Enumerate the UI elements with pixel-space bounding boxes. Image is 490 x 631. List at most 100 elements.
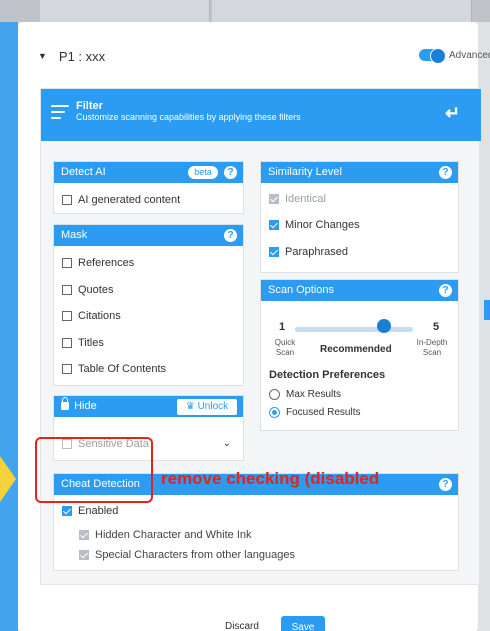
checkbox-icon[interactable]: [79, 550, 89, 560]
slider-min-label: Quick Scan: [274, 338, 296, 358]
checkbox-ai-generated[interactable]: AI generated content: [62, 194, 180, 206]
help-icon[interactable]: ?: [439, 284, 452, 297]
checkbox-icon[interactable]: [269, 194, 279, 204]
detection-preferences-title: Detection Preferences: [269, 369, 386, 381]
caret-down-icon[interactable]: ▼: [38, 51, 47, 61]
background-tab: [212, 0, 472, 22]
similarity-header: Similarity Level ?: [261, 162, 458, 183]
help-icon[interactable]: ?: [224, 166, 237, 179]
crown-icon: ♛: [185, 401, 195, 412]
unlock-label: Unlock: [197, 401, 229, 412]
slider-max-label: In-Depth Scan: [413, 338, 451, 358]
max-label-line1: In-Depth: [416, 338, 448, 347]
radio-max-results[interactable]: Max Results: [269, 389, 341, 400]
checkbox-icon[interactable]: [269, 220, 279, 230]
mask-header: Mask ?: [54, 225, 243, 246]
discard-button[interactable]: Discard: [225, 621, 259, 631]
return-icon[interactable]: ↵: [445, 103, 460, 124]
help-icon[interactable]: ?: [224, 229, 237, 242]
similarity-card: Similarity Level ? Identical Minor Chang…: [260, 161, 459, 273]
advanced-label: Advanced: [449, 50, 490, 61]
min-label-line1: Quick: [274, 338, 296, 347]
checkbox-label: Citations: [78, 310, 121, 322]
help-icon[interactable]: ?: [439, 478, 452, 491]
beta-badge: beta: [188, 166, 218, 179]
checkbox-icon[interactable]: [79, 530, 89, 540]
checkbox-hidden-character[interactable]: Hidden Character and White Ink: [79, 529, 252, 541]
slider-thumb[interactable]: [376, 319, 391, 333]
checkbox-label: Table Of Contents: [78, 363, 167, 375]
radio-icon[interactable]: [269, 407, 280, 418]
similarity-title: Similarity Level: [268, 166, 342, 178]
radio-label: Max Results: [286, 389, 342, 400]
background-sidebar: [0, 22, 18, 631]
scan-depth-slider[interactable]: [295, 327, 413, 332]
checkbox-references[interactable]: References: [62, 257, 134, 269]
checkbox-icon[interactable]: [62, 285, 72, 295]
slider-fill: [295, 327, 384, 332]
checkbox-titles[interactable]: Titles: [62, 337, 104, 349]
filter-modal: ▼ P1 : xxx Advanced Filter Customize sca…: [18, 22, 490, 631]
checkbox-icon[interactable]: [62, 338, 72, 348]
checkbox-label: Hidden Character and White Ink: [95, 529, 252, 541]
slider-selected-label: Recommended: [320, 344, 392, 355]
save-button[interactable]: Save: [281, 616, 325, 631]
checkbox-minor-changes[interactable]: Minor Changes: [269, 219, 360, 231]
checkbox-quotes[interactable]: Quotes: [62, 284, 113, 296]
detect-ai-header: Detect AI beta ?: [54, 162, 243, 183]
lock-icon: [61, 397, 69, 410]
advanced-toggle[interactable]: [419, 48, 446, 64]
help-icon[interactable]: ?: [439, 166, 452, 179]
max-label-line2: Scan: [422, 348, 442, 357]
checkbox-label: Paraphrased: [285, 246, 348, 258]
checkbox-identical[interactable]: Identical: [269, 193, 326, 205]
checkbox-enabled[interactable]: Enabled: [62, 505, 118, 517]
profile-row[interactable]: ▼ P1 : xxx Advanced: [38, 46, 490, 66]
filter-header: Filter Customize scanning capabilities b…: [41, 89, 481, 141]
annotation-arrow-icon: [0, 456, 16, 502]
unlock-button[interactable]: ♛ Unlock: [177, 399, 237, 415]
detect-ai-title: Detect AI: [61, 166, 106, 178]
filter-subtitle: Customize scanning capabilities by apply…: [76, 112, 301, 122]
checkbox-paraphrased[interactable]: Paraphrased: [269, 246, 348, 258]
background-marker: [484, 300, 490, 320]
radio-focused-results[interactable]: Focused Results: [269, 407, 360, 418]
checkbox-icon[interactable]: [62, 311, 72, 321]
checkbox-label: Identical: [285, 193, 326, 205]
checkbox-citations[interactable]: Citations: [62, 310, 121, 322]
checkbox-icon[interactable]: [269, 247, 279, 257]
checkbox-icon[interactable]: [62, 506, 72, 516]
chevron-down-icon[interactable]: ⌄: [223, 438, 231, 449]
slider-max-value: 5: [433, 321, 440, 333]
hide-title: Hide: [74, 400, 97, 412]
checkbox-label: AI generated content: [78, 194, 181, 206]
scan-options-title: Scan Options: [268, 284, 335, 296]
radio-icon[interactable]: [269, 389, 280, 400]
checkbox-icon[interactable]: [62, 195, 72, 205]
scan-options-card: Scan Options ? 1 5 Quick Scan Recommende…: [260, 279, 459, 431]
checkbox-icon[interactable]: [62, 364, 72, 374]
annotation-highlight-box: [35, 437, 153, 503]
filter-panel: Filter Customize scanning capabilities b…: [40, 88, 481, 585]
checkbox-label: Enabled: [78, 505, 119, 517]
mask-card: Mask ? References Quotes Citations Title…: [53, 224, 244, 386]
radio-label: Focused Results: [286, 407, 361, 418]
min-label-line2: Scan: [275, 348, 295, 357]
checkbox-label: Quotes: [78, 284, 114, 296]
scan-options-header: Scan Options ?: [261, 280, 458, 301]
checkbox-icon[interactable]: [62, 258, 72, 268]
slider-min-value: 1: [279, 321, 286, 333]
hide-header: Hide ♛ Unlock: [54, 396, 243, 417]
detect-ai-card: Detect AI beta ? AI generated content: [53, 161, 244, 214]
annotation-text: remove checking (disabled: [161, 469, 380, 488]
checkbox-special-characters[interactable]: Special Characters from other languages: [79, 549, 295, 561]
filter-title: Filter: [76, 100, 103, 112]
profile-name: P1 : xxx: [58, 48, 106, 64]
checkbox-label: References: [78, 257, 135, 269]
checkbox-label: Titles: [78, 337, 104, 349]
checkbox-label: Minor Changes: [285, 219, 360, 231]
menu-icon: [51, 105, 69, 119]
mask-title: Mask: [61, 229, 88, 241]
checkbox-table-of-contents[interactable]: Table Of Contents: [62, 363, 166, 375]
background-tab: [40, 0, 210, 22]
